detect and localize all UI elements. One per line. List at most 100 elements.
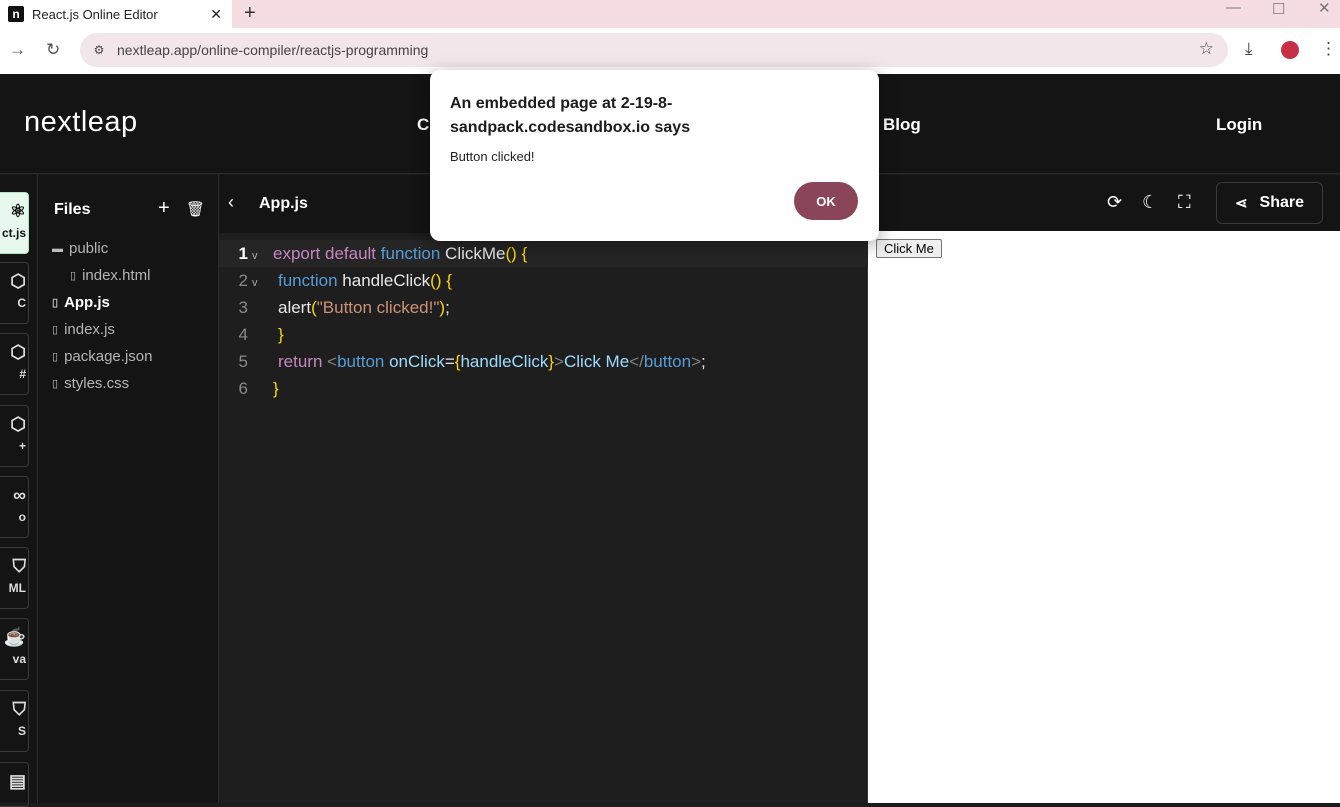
- close-tab-icon[interactable]: ✕: [210, 6, 222, 23]
- code-text: }: [273, 379, 279, 399]
- token: {: [446, 271, 452, 290]
- token: "Button clicked!": [316, 298, 440, 317]
- share-button[interactable]: ⋖ Share: [1216, 182, 1323, 224]
- file-label: public: [69, 240, 109, 257]
- token: default: [324, 244, 377, 263]
- bookmark-star-icon[interactable]: ☆: [1199, 39, 1214, 59]
- html-icon: ⛉: [12, 556, 27, 576]
- code-editor[interactable]: 1 v export default function ClickMe() { …: [219, 237, 868, 803]
- file-item-public[interactable]: ▬ public: [52, 240, 108, 257]
- token: }: [278, 325, 284, 344]
- rail-item-c[interactable]: ⬡ C: [0, 262, 29, 324]
- token: export: [273, 244, 321, 263]
- url-text[interactable]: nextleap.app/online-compiler/reactjs-pro…: [117, 42, 428, 58]
- code-line[interactable]: 6 }: [219, 375, 868, 402]
- nav-login-link[interactable]: Login: [1216, 115, 1262, 135]
- browser-tab[interactable]: n React.js Online Editor ✕: [0, 0, 232, 28]
- rail-item-css[interactable]: ⛉ S: [0, 690, 29, 752]
- rail-item-label: C: [17, 296, 26, 310]
- nav-item-partial[interactable]: C: [417, 115, 429, 135]
- rail-item-label: ct.js: [1, 226, 26, 240]
- cpp-icon: ⬡: [10, 414, 26, 434]
- file-icon: ▯: [52, 297, 59, 309]
- token: button: [643, 352, 692, 371]
- add-file-icon[interactable]: +: [158, 197, 170, 220]
- chevron-left-icon[interactable]: ‹: [228, 192, 234, 213]
- token: ;: [701, 352, 706, 371]
- share-label: Share: [1259, 194, 1305, 211]
- code-line[interactable]: 3 alert("Button clicked!");: [219, 294, 868, 321]
- profile-avatar[interactable]: [1281, 41, 1299, 59]
- css-icon: ⛉: [12, 699, 27, 719]
- address-bar[interactable]: ⚙ nextleap.app/online-compiler/reactjs-p…: [80, 33, 1228, 67]
- file-icon: ▯: [52, 378, 59, 390]
- click-me-button[interactable]: Click Me: [876, 239, 942, 258]
- rail-item-label: va: [12, 652, 26, 666]
- download-icon[interactable]: ⤓: [1245, 39, 1253, 59]
- rail-item-more[interactable]: ▤: [0, 762, 29, 807]
- token: {: [521, 244, 528, 263]
- token: >: [691, 352, 702, 371]
- fullscreen-icon[interactable]: ⛶: [1178, 192, 1191, 213]
- new-tab-icon[interactable]: +: [244, 2, 256, 25]
- nav-blog-link[interactable]: Blog: [883, 115, 921, 135]
- line-number: 4: [238, 325, 248, 344]
- token: handleClick: [342, 271, 431, 290]
- file-item-styles-css[interactable]: ▯ styles.css: [52, 375, 129, 392]
- moon-icon[interactable]: ☾: [1142, 192, 1158, 213]
- rail-item-csharp[interactable]: ⬡ #: [0, 333, 29, 395]
- files-title: Files: [54, 201, 91, 218]
- token: onClick: [389, 352, 445, 371]
- rail-item-cpp[interactable]: ⬡ +: [0, 405, 29, 467]
- rail-item-html[interactable]: ⛉ ML: [0, 547, 29, 609]
- nextleap-favicon-icon: n: [8, 6, 24, 22]
- file-item-index-html[interactable]: ▯ index.html: [70, 267, 150, 284]
- site-info-icon[interactable]: ⚙: [90, 41, 108, 59]
- token: >: [554, 352, 564, 371]
- nextleap-logo[interactable]: nextleap: [24, 106, 138, 139]
- token: return: [278, 352, 323, 371]
- close-window-icon[interactable]: ✕: [1318, 0, 1331, 17]
- file-item-package-json[interactable]: ▯ package.json: [52, 348, 152, 365]
- fold-chevron-icon[interactable]: v: [252, 277, 258, 289]
- language-rail: ⚛ ct.js ⬡ C ⬡ # ⬡ + ∞ o ⛉ ML ☕ va ⛉ S ▤: [0, 175, 38, 807]
- browser-toolbar: → ↻ ⚙ nextleap.app/online-compiler/react…: [0, 28, 1340, 74]
- fold-chevron-icon[interactable]: v: [252, 250, 258, 262]
- ok-button[interactable]: OK: [794, 182, 858, 220]
- file-item-app-js[interactable]: ▯ App.js: [52, 294, 110, 311]
- rail-item-java[interactable]: ☕ va: [0, 618, 29, 680]
- preview-pane: Click Me: [868, 231, 1340, 803]
- minimize-icon[interactable]: —: [1226, 0, 1241, 16]
- maximize-icon[interactable]: ☐: [1272, 0, 1285, 18]
- line-number: 1: [238, 244, 248, 263]
- code-line[interactable]: 2 v function handleClick() {: [219, 267, 868, 294]
- csharp-icon: ⬡: [10, 342, 26, 362]
- dialog-title: An embedded page at 2-19-8-sandpack.code…: [450, 95, 691, 136]
- refresh-icon[interactable]: ⟳: [1107, 192, 1122, 213]
- menu-dots-icon[interactable]: ⋮: [1320, 39, 1337, 59]
- trash-icon[interactable]: 🗑: [186, 200, 205, 218]
- alert-dialog: An embedded page at 2-19-8-sandpack.code…: [430, 70, 879, 241]
- rail-item-label: +: [18, 439, 26, 453]
- preview-toolbar: ⟳ ☾ ⛶ ⋖ Share: [868, 175, 1340, 231]
- line-number: 5: [238, 352, 248, 371]
- rail-item-react[interactable]: ⚛ ct.js: [0, 192, 29, 254]
- file-label: styles.css: [64, 375, 130, 392]
- code-text: }: [278, 325, 284, 345]
- file-item-index-js[interactable]: ▯ index.js: [52, 321, 115, 338]
- code-text: return <button onClick={handleClick}>Cli…: [278, 352, 706, 372]
- reload-icon[interactable]: ↻: [46, 40, 60, 60]
- c-icon: ⬡: [10, 271, 26, 291]
- token: =: [444, 352, 455, 371]
- forward-icon[interactable]: →: [9, 40, 26, 60]
- token: Click Me: [563, 352, 630, 371]
- rail-item-label: S: [17, 724, 26, 738]
- browser-tab-bar: n React.js Online Editor ✕ + — ☐ ✕: [0, 0, 1340, 28]
- rail-item-go[interactable]: ∞ o: [0, 476, 29, 538]
- code-line[interactable]: 4 }: [219, 321, 868, 348]
- token: (): [430, 271, 442, 290]
- code-line[interactable]: 5 return <button onClick={handleClick}>C…: [219, 348, 868, 375]
- rail-item-label: o: [18, 510, 26, 524]
- token: ClickMe: [445, 244, 506, 263]
- code-line[interactable]: 1 v export default function ClickMe() {: [219, 240, 868, 267]
